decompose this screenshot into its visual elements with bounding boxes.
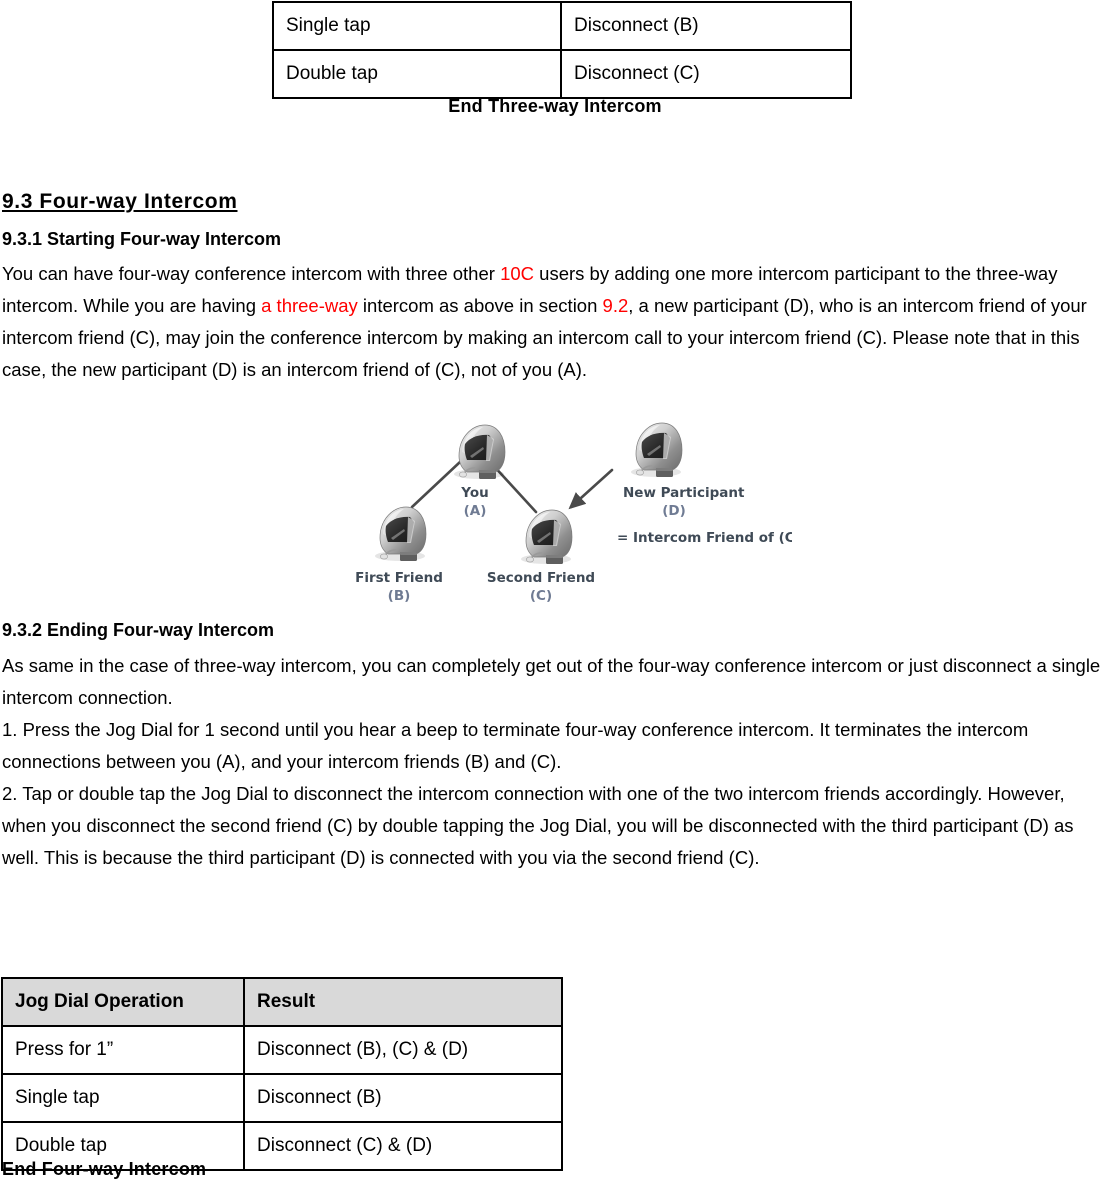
- jog-dial-operation-cell: Single tap: [1, 1073, 245, 1123]
- table-row: Press for 1” Disconnect (B), (C) & (D): [1, 1025, 563, 1075]
- four-way-intercom-diagram: You (A) First Friend (B) Second Friend (…: [340, 402, 792, 607]
- four-way-intercom-table: Jog Dial Operation Result Press for 1” D…: [1, 977, 563, 1171]
- ending-step-1: 1. Press the Jog Dial for 1 second until…: [2, 719, 1029, 772]
- link-new-participant-to-second-friend: [568, 468, 614, 510]
- four-way-intercom-table-wrapper: Jog Dial Operation Result Press for 1” D…: [1, 977, 563, 1171]
- diagram-note-intercom-friend: = Intercom Friend of (C): [617, 530, 792, 546]
- link-you-to-first-friend: [410, 460, 462, 509]
- column-header-result: Result: [243, 977, 563, 1027]
- diagram-id-new-participant: (D): [662, 503, 686, 519]
- diagram-label-second-friend: Second Friend: [487, 570, 595, 586]
- diagram-label-first-friend: First Friend: [355, 570, 443, 586]
- jog-dial-operation-cell: Press for 1”: [1, 1025, 245, 1075]
- ending-step-2: 2. Tap or double tap the Jog Dial to dis…: [2, 783, 1074, 868]
- three-way-intercom-table-caption: End Three-way Intercom: [448, 96, 662, 116]
- column-header-jog-dial-operation: Jog Dial Operation: [1, 977, 245, 1027]
- helmet-you: [453, 424, 506, 480]
- highlight-three-way: a three-way: [261, 295, 358, 316]
- ending-intro-paragraph: As same in the case of three-way interco…: [2, 655, 1101, 708]
- helmet-first-friend: [374, 506, 427, 562]
- result-cell: Disconnect (B): [243, 1073, 563, 1123]
- diagram-label-you: You: [460, 485, 488, 501]
- table-row: Double tap Disconnect (C): [272, 49, 852, 99]
- result-cell: Disconnect (B), (C) & (D): [243, 1025, 563, 1075]
- table-row: Single tap Disconnect (B): [272, 1, 852, 51]
- starting-four-way-paragraph: You can have four-way conference interco…: [2, 258, 1108, 386]
- section-heading-9-3: 9.3 Four-way Intercom: [2, 190, 238, 213]
- three-way-intercom-table: Single tap Disconnect (B) Double tap Dis…: [272, 1, 852, 99]
- jog-dial-operation-cell: Double tap: [272, 49, 562, 99]
- helmet-new-participant: [630, 422, 683, 478]
- paragraph-text-part-1: You can have four-way conference interco…: [2, 263, 501, 284]
- section-heading-9-3-2: 9.3.2 Ending Four-way Intercom: [2, 620, 275, 640]
- diagram-label-new-participant: New Participant: [623, 485, 745, 501]
- four-way-intercom-table-caption: End Four-way Intercom: [2, 1159, 207, 1179]
- section-heading-9-3-1: 9.3.1 Starting Four-way Intercom: [2, 229, 282, 249]
- table-row: Single tap Disconnect (B): [1, 1073, 563, 1123]
- result-cell: Disconnect (B): [560, 1, 852, 51]
- result-cell: Disconnect (C): [560, 49, 852, 99]
- highlight-model-name: 10C: [500, 263, 535, 284]
- highlight-section-ref: 9.2: [602, 295, 629, 316]
- diagram-id-first-friend: (B): [388, 588, 411, 604]
- document-page: Single tap Disconnect (B) Double tap Dis…: [0, 0, 1110, 1187]
- three-way-intercom-table-wrapper: Single tap Disconnect (B) Double tap Dis…: [272, 1, 852, 99]
- jog-dial-operation-cell: Single tap: [272, 1, 562, 51]
- diagram-id-second-friend: (C): [530, 588, 552, 604]
- helmet-second-friend: [520, 509, 573, 565]
- table-header-row: Jog Dial Operation Result: [1, 977, 563, 1027]
- paragraph-text-part-3: intercom as above in section: [357, 295, 603, 316]
- diagram-id-you: (A): [464, 503, 487, 519]
- result-cell: Disconnect (C) & (D): [243, 1121, 563, 1171]
